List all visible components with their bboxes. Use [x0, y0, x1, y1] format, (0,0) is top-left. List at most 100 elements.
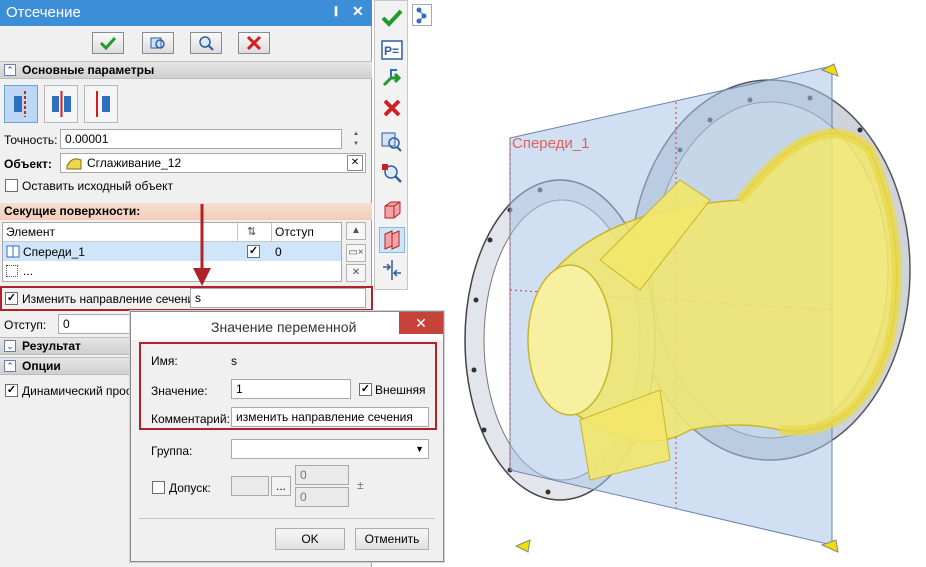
keep-source-label: Оставить исходный объект	[22, 179, 174, 193]
panel-title: Отсечение	[6, 4, 81, 21]
clear-object-icon[interactable]: ✕	[347, 155, 363, 171]
body-opening	[527, 264, 613, 416]
tree-icon	[416, 7, 427, 24]
chevron-down-icon: ▼	[415, 444, 424, 454]
model-viewport[interactable]: Спереди_1	[440, 40, 926, 567]
surface-icon	[66, 158, 82, 170]
ok-button[interactable]: OK	[275, 528, 345, 550]
mode-left-button[interactable]	[4, 85, 38, 123]
cut-surfaces-table: Элемент ⇅ Отступ Спереди_1 ✓ 0 ...	[2, 222, 342, 282]
preview-icon	[150, 37, 165, 49]
cancel-button[interactable]: Отменить	[355, 528, 429, 550]
variable-dialog: Значение переменной ✕ Имя: s Значение: 1…	[130, 311, 444, 562]
next-step-button[interactable]	[379, 65, 405, 91]
highlight-frame	[0, 286, 373, 311]
check-icon	[381, 9, 403, 27]
cancel-icon	[246, 35, 262, 51]
plus-minus-icon[interactable]: ±	[357, 478, 364, 492]
direction-column-icon: ⇅	[247, 226, 257, 238]
table-header: Элемент ⇅ Отступ	[3, 223, 341, 242]
offset-label: Отступ:	[4, 318, 47, 332]
remove-row-button[interactable]: ▭×	[346, 244, 366, 262]
flip-direction-button[interactable]	[379, 257, 405, 283]
cut-surfaces-label: Секущие поверхности:	[4, 204, 141, 218]
svg-text:P=: P=	[384, 44, 399, 58]
cut-planes-icon	[384, 230, 400, 250]
mode-right-button[interactable]	[84, 85, 118, 123]
tolerance-label: Допуск:	[169, 481, 211, 495]
row-offset[interactable]: 0	[275, 245, 282, 259]
expand-icon[interactable]: ⌄	[4, 340, 16, 352]
object-field[interactable]: Сглаживание_12 ✕	[60, 153, 366, 173]
zoom-fit-icon	[381, 132, 402, 152]
delete-row-button[interactable]: ✕	[346, 264, 366, 282]
group-select[interactable]: ▼	[231, 439, 429, 459]
dynamic-preview-checkbox[interactable]: ✓	[5, 384, 18, 397]
section-main-label: Основные параметры	[22, 63, 155, 77]
zoom-fit-button[interactable]	[379, 129, 405, 155]
dialog-title: Значение переменной	[211, 319, 357, 335]
ok-button[interactable]	[92, 32, 124, 54]
tolerance-lower-input[interactable]: 0	[295, 487, 349, 507]
cut-right-icon	[96, 91, 110, 117]
section-options-label: Опции	[22, 359, 61, 373]
parameters-button[interactable]: P=	[379, 37, 405, 63]
precision-spinner[interactable]: ▲ ▼	[350, 129, 362, 149]
annotation-arrow	[193, 204, 211, 286]
section-result-label: Результат	[22, 339, 81, 353]
tolerance-checkbox[interactable]	[152, 481, 165, 494]
offset-input[interactable]: 0	[58, 314, 138, 334]
empty-element-icon	[6, 265, 18, 277]
table-row[interactable]: Спереди_1 ✓ 0	[3, 242, 341, 261]
layout-button[interactable]	[412, 4, 432, 26]
move-up-button[interactable]: ▲	[346, 222, 366, 240]
table-row[interactable]: ...	[3, 262, 341, 281]
col-element: Элемент	[6, 225, 55, 239]
cancel-op-button[interactable]	[379, 95, 405, 121]
flip-arrows-icon	[383, 260, 401, 280]
cut-mode-button[interactable]	[379, 227, 405, 253]
close-icon[interactable]: ✕	[352, 3, 364, 20]
keep-source-checkbox[interactable]	[5, 179, 18, 192]
collapse-icon[interactable]: ⌃	[4, 360, 16, 372]
tolerance-type-field[interactable]	[231, 476, 269, 496]
dynamic-preview-label: Динамический просмо	[22, 384, 147, 398]
cut-both-icon	[52, 91, 71, 117]
cut-left-icon	[14, 91, 26, 117]
pin-icon[interactable]: 𝐈	[334, 4, 338, 20]
dialog-title-bar: Значение переменной ✕	[131, 312, 443, 340]
row-direction-checkbox[interactable]: ✓	[247, 245, 260, 258]
branch-arrow-icon	[382, 69, 402, 87]
mode-both-button[interactable]	[44, 85, 78, 123]
precision-input[interactable]: 0.00001	[60, 129, 342, 149]
apply-button[interactable]	[379, 5, 405, 31]
zoom-button[interactable]	[190, 32, 222, 54]
zoom-icon	[199, 36, 214, 51]
dialog-close-button[interactable]: ✕	[399, 312, 443, 334]
cut-surfaces-header: Секущие поверхности:	[0, 203, 372, 220]
zoom-icon	[382, 164, 402, 183]
check-icon	[99, 36, 117, 50]
tolerance-upper-input[interactable]: 0	[295, 465, 349, 485]
close-icon: ✕	[415, 315, 427, 331]
vertical-toolbar: P=	[374, 0, 408, 290]
cancel-button[interactable]	[238, 32, 270, 54]
cancel-icon	[383, 99, 401, 117]
object-label: Объект:	[4, 157, 52, 171]
object-value: Сглаживание_12	[87, 156, 182, 170]
collapse-icon[interactable]: ⌃	[4, 64, 16, 76]
preview-button[interactable]	[142, 32, 174, 54]
box-button[interactable]	[379, 197, 405, 223]
tolerance-browse-button[interactable]: ...	[271, 476, 291, 496]
col-offset: Отступ	[275, 225, 314, 239]
panel-title-bar: Отсечение 𝐈 ✕	[0, 0, 372, 26]
highlight-frame	[139, 342, 437, 430]
plane-label: Спереди_1	[512, 135, 589, 152]
zoom-button[interactable]	[379, 161, 405, 187]
plane-icon	[6, 245, 20, 258]
section-main-params[interactable]: ⌃ Основные параметры	[0, 61, 372, 79]
dialog-divider	[139, 518, 435, 519]
row-element: ...	[23, 264, 34, 278]
group-label: Группа:	[151, 444, 193, 458]
cube-icon	[384, 201, 401, 219]
